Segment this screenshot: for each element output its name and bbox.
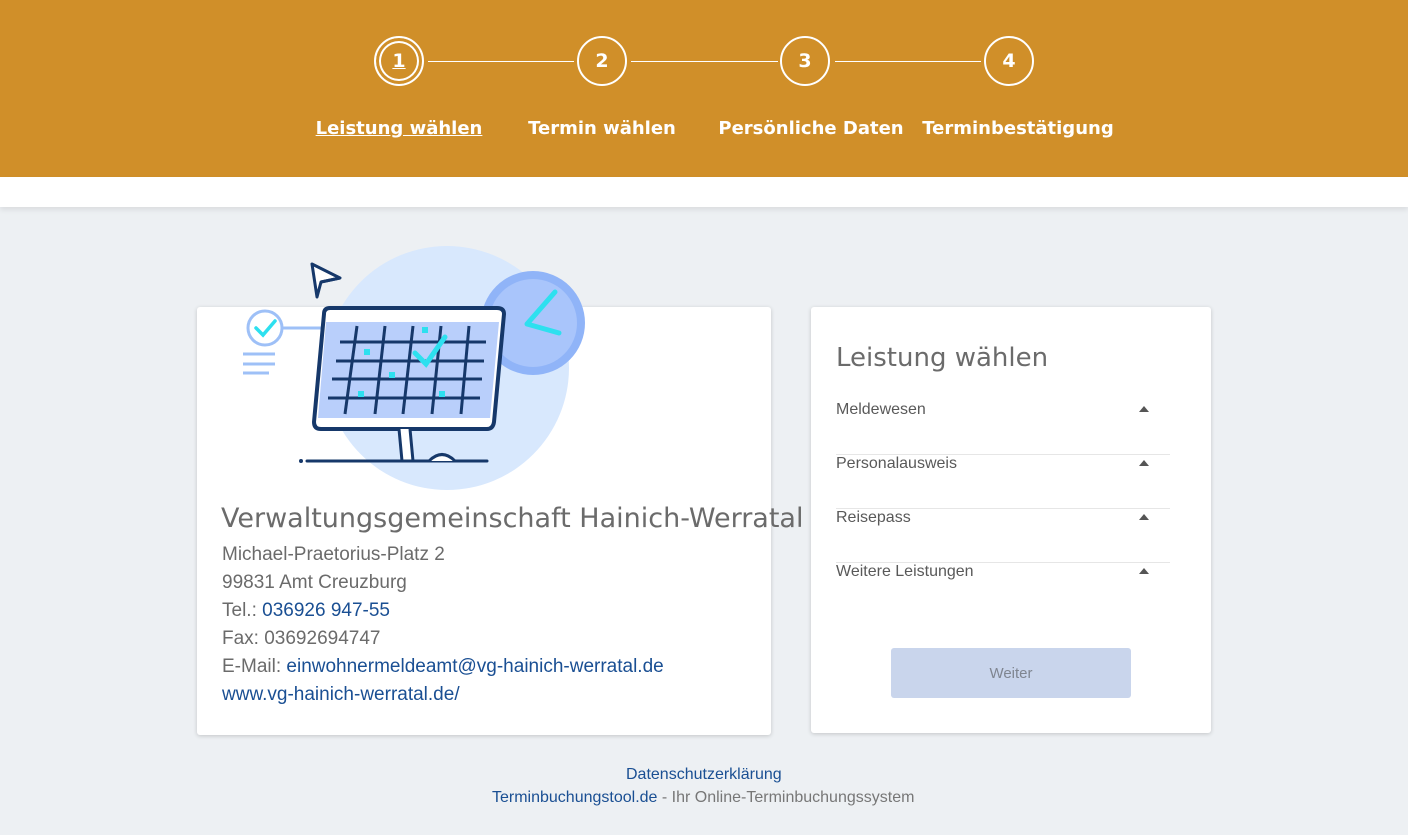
step-1-number: 1: [392, 50, 406, 72]
calendar-computer-illustration: [243, 246, 585, 490]
step-4-label: Terminbestätigung: [922, 118, 1114, 139]
step-2-circle: 2: [577, 36, 627, 86]
paper-plane-icon: [310, 262, 342, 299]
step-2-label: Termin wählen: [528, 118, 676, 139]
header-divider-strip: [0, 177, 1408, 207]
caret-up-icon: [1139, 568, 1149, 574]
email-link[interactable]: einwohnermeldeamt@vg-hainich-werratal.de: [286, 656, 663, 677]
office-phone-line: Tel.: 036926 947-55: [222, 600, 390, 622]
service-item-personalausweis[interactable]: Personalausweis: [836, 455, 1170, 509]
next-button[interactable]: Weiter: [891, 648, 1131, 698]
service-item-label: Weitere Leistungen: [836, 563, 974, 580]
service-item-reisepass[interactable]: Reisepass: [836, 509, 1170, 563]
step-4-number: 4: [1002, 50, 1016, 72]
step-2-number: 2: [595, 50, 609, 72]
step-connector: [835, 61, 981, 62]
tool-website-link[interactable]: Terminbuchungstool.de: [492, 789, 657, 806]
step-connector: [428, 61, 574, 62]
caret-up-icon: [1139, 514, 1149, 520]
service-item-meldewesen[interactable]: Meldewesen: [836, 401, 1170, 455]
office-street: Michael-Praetorius-Platz 2: [222, 544, 445, 565]
privacy-policy-link[interactable]: Datenschutzerklärung: [626, 766, 782, 784]
step-3-circle: 3: [780, 36, 830, 86]
step-connector: [631, 61, 778, 62]
office-city: 99831 Amt Creuzburg: [222, 572, 407, 593]
service-item-label: Meldewesen: [836, 401, 926, 418]
footer-tool-line: Terminbuchungstool.de - Ihr Online-Termi…: [492, 789, 914, 807]
office-name-heading: Verwaltungsgemeinschaft Hainich-Werratal: [221, 503, 804, 534]
service-section-title: Leistung wählen: [836, 343, 1049, 373]
office-website-line: www.vg-hainich-werratal.de/: [222, 684, 460, 706]
tool-tagline: - Ihr Online-Terminbuchungssystem: [657, 789, 915, 806]
phone-link[interactable]: 036926 947-55: [262, 600, 390, 621]
caret-up-icon: [1139, 460, 1149, 466]
service-item-label: Personalausweis: [836, 455, 957, 472]
email-label: E-Mail:: [222, 656, 282, 677]
office-fax: Fax: 03692694747: [222, 628, 381, 649]
step-1-circle[interactable]: 1: [374, 36, 424, 86]
website-link[interactable]: www.vg-hainich-werratal.de/: [222, 684, 460, 705]
caret-up-icon: [1139, 406, 1149, 412]
step-3-label: Persönliche Daten: [718, 118, 904, 139]
service-item-weitere-leistungen[interactable]: Weitere Leistungen: [836, 563, 1170, 617]
step-4-circle: 4: [984, 36, 1034, 86]
progress-header: 1 2 3 4 Leistung wählen Termin wählen Pe…: [0, 0, 1408, 177]
step-3-number: 3: [798, 50, 812, 72]
office-email-line: E-Mail: einwohnermeldeamt@vg-hainich-wer…: [222, 656, 664, 678]
service-item-label: Reisepass: [836, 509, 911, 526]
phone-label: Tel.:: [222, 600, 257, 621]
